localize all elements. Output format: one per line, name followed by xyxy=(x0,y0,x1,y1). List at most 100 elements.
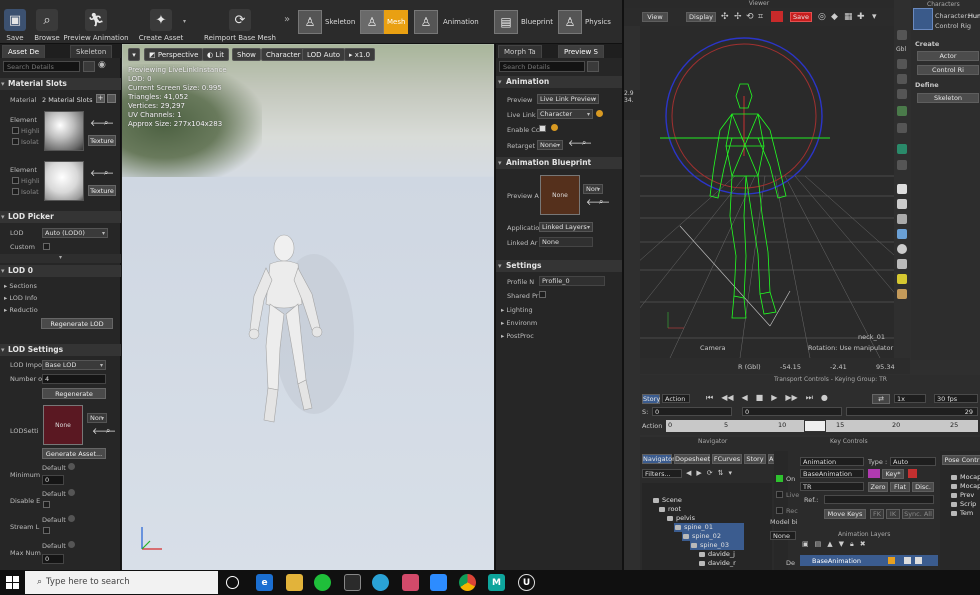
view-menu-button[interactable]: View xyxy=(642,12,668,22)
mode-blueprint[interactable]: ▤ Blueprint xyxy=(494,10,553,34)
pose-controls-header[interactable]: Pose Contr xyxy=(942,455,980,465)
tab-dopesheet[interactable]: Dopesheet xyxy=(674,454,710,464)
step-forward-icon[interactable]: ▶▶ xyxy=(785,393,797,404)
browse-asset-icon[interactable]: ⌕ xyxy=(106,426,110,436)
chevrons-icon[interactable]: » xyxy=(284,14,290,25)
highlight-checkbox-0[interactable] xyxy=(12,127,19,134)
lod-info-item[interactable]: ▸ LOD Info xyxy=(4,294,37,302)
curve-icon[interactable] xyxy=(897,214,907,224)
nav-sort-icon[interactable]: ⇅ xyxy=(718,469,724,479)
lod-picker-header[interactable]: LOD Picker xyxy=(0,211,121,223)
key-mode-select[interactable]: Animation xyxy=(800,457,864,466)
save-button[interactable]: ▣ Save xyxy=(4,2,26,42)
rotation-y-value[interactable]: -2.41 xyxy=(830,363,847,371)
reset-icon[interactable] xyxy=(68,541,75,548)
windows-start-icon[interactable] xyxy=(6,576,19,589)
null-icon[interactable] xyxy=(897,259,907,269)
ref-input[interactable] xyxy=(824,495,934,504)
lighting-item[interactable]: ▸ Lighting xyxy=(501,306,533,314)
start-frame-input[interactable]: 0 xyxy=(652,407,732,416)
lod-auto-button[interactable]: LOD Auto xyxy=(302,48,346,61)
timeline-playhead[interactable] xyxy=(804,420,826,432)
xbox-app-icon[interactable] xyxy=(314,574,331,591)
ue-viewport[interactable]: ▾ ◩ Perspective ◐ Lit Show Character LOD… xyxy=(122,44,494,570)
reset-icon[interactable] xyxy=(596,110,603,117)
tree-davide-j[interactable]: davide_j xyxy=(698,550,735,559)
browse-button[interactable]: ⌕ Browse xyxy=(34,2,60,42)
create-asset-button[interactable]: ✦ Create Asset xyxy=(138,2,184,42)
scale-icon[interactable]: ⌗ xyxy=(758,12,763,22)
tree-scene[interactable]: Scene xyxy=(652,496,682,505)
nav-menu-icon[interactable]: ▾ xyxy=(729,469,733,479)
regenerate-button[interactable]: Regenerate xyxy=(42,388,106,399)
texture-button-0[interactable]: Texture xyxy=(88,135,116,146)
stream-checkbox[interactable] xyxy=(43,527,50,534)
create-actor-button[interactable]: Actor xyxy=(917,51,979,61)
character-icon[interactable] xyxy=(897,144,907,154)
preview-anim-bp-thumbnail[interactable]: None xyxy=(540,175,580,215)
path-icon[interactable] xyxy=(897,289,907,299)
character-button[interactable]: Character xyxy=(261,48,306,61)
browse-asset-icon[interactable]: ⌕ xyxy=(599,197,603,207)
perspective-button[interactable]: ◩ Perspective xyxy=(144,48,204,61)
light-icon[interactable] xyxy=(897,274,907,284)
layer-color-icon[interactable] xyxy=(868,469,880,478)
expand-arrow-icon[interactable]: ▾ xyxy=(0,254,121,263)
cube-outline-icon[interactable] xyxy=(897,199,907,209)
online-indicator-icon[interactable] xyxy=(776,475,783,482)
grid-icon[interactable]: ▦ xyxy=(844,12,853,22)
browse-asset-icon[interactable]: ⌕ xyxy=(582,138,586,148)
tab-navigator[interactable]: Navigator xyxy=(642,454,675,464)
lod-settings-asset-select[interactable]: Non xyxy=(87,413,107,423)
tab-story[interactable]: Story xyxy=(744,454,766,464)
current-frame-input[interactable]: 0 xyxy=(742,407,842,416)
custom-checkbox[interactable] xyxy=(43,243,50,250)
base-animation-layer-row[interactable]: BaseAnimation xyxy=(800,555,938,566)
trash-icon[interactable] xyxy=(107,94,116,103)
preview-animation-button[interactable]: 🏃︎ Preview Animation xyxy=(63,2,129,42)
fps-select[interactable]: 30 fps xyxy=(934,394,978,403)
layer-up-icon[interactable]: ▲ xyxy=(827,540,832,550)
arrow-left-icon[interactable]: 🡐 xyxy=(90,168,114,179)
arrow-left-icon[interactable]: 🡐 xyxy=(92,426,116,437)
lod-import-select[interactable]: Base LOD xyxy=(42,360,106,370)
create-control-rig-button[interactable]: Control Ri xyxy=(917,65,979,75)
move-icon[interactable]: ✢ xyxy=(734,12,742,22)
disc-button[interactable]: Disc. xyxy=(912,482,934,492)
reset-icon[interactable] xyxy=(68,463,75,470)
grid-view-icon[interactable] xyxy=(83,61,95,72)
media-app-icon[interactable] xyxy=(402,574,419,591)
pan-icon[interactable]: ✣ xyxy=(721,12,729,22)
pose-item-mocap-1[interactable]: Mocap xyxy=(950,473,980,482)
livelink-subject-select[interactable]: Character xyxy=(537,109,593,119)
keying-icon[interactable] xyxy=(897,123,907,133)
move-keys-button[interactable]: Move Keys xyxy=(824,509,866,519)
keyframe-icon[interactable]: ◆ xyxy=(831,12,838,22)
tree-spine-01[interactable]: spine_01 xyxy=(674,523,744,532)
browse-asset-icon[interactable]: ⌕ xyxy=(104,168,108,178)
layer-mute-icon[interactable] xyxy=(915,557,922,564)
type-select[interactable]: Auto xyxy=(890,457,936,466)
live-checkbox[interactable] xyxy=(776,491,783,498)
settings-header[interactable]: Settings xyxy=(496,260,623,272)
nav-back-icon[interactable]: ◀ xyxy=(686,469,691,479)
target-icon[interactable]: ✚ xyxy=(857,12,865,22)
viewport-menu-icon[interactable]: ▾ xyxy=(128,48,140,61)
zero-button[interactable]: Zero xyxy=(868,482,888,492)
tree-spine-03[interactable]: spine_03 xyxy=(690,541,744,550)
sections-item[interactable]: ▸ Sections xyxy=(4,282,37,290)
loop-icon[interactable]: ⇄ xyxy=(872,394,890,404)
reset-icon[interactable] xyxy=(68,489,75,496)
end-frame-input[interactable]: 29 xyxy=(846,407,978,416)
sync-all-button[interactable]: Sync. All xyxy=(902,509,934,519)
max-num-input[interactable]: 0 xyxy=(42,554,64,564)
pen-icon[interactable] xyxy=(897,229,907,239)
store-app-icon[interactable] xyxy=(344,574,361,591)
pose-item-scripts[interactable]: Scrip xyxy=(950,500,976,509)
key-button[interactable]: Key* xyxy=(882,469,904,479)
lod-settings-header[interactable]: LOD Settings xyxy=(0,344,121,356)
tab-asset-details[interactable]: Asset De xyxy=(2,45,46,58)
lit-button[interactable]: ◐ Lit xyxy=(202,48,229,61)
animation-blueprint-header[interactable]: Animation Blueprint xyxy=(496,157,623,169)
navigator-filter-input[interactable]: Filters... xyxy=(642,469,682,478)
